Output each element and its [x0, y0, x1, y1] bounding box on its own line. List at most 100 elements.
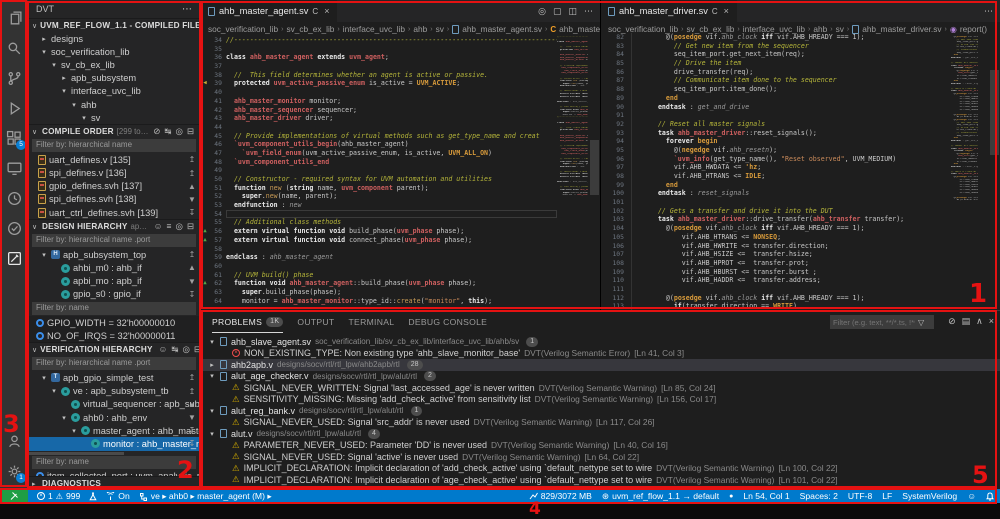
more-actions-icon[interactable]: ⋯ [984, 6, 993, 17]
tree-item[interactable]: ▾ ahb [28, 98, 200, 111]
panel-tab-terminal[interactable]: TERMINAL [348, 311, 394, 333]
nav-arrow-icon[interactable]: ↥ [186, 248, 198, 261]
nav-arrow-icon[interactable]: ▼ [186, 275, 198, 288]
tree-item[interactable]: ▸ designs [28, 32, 200, 45]
parameter-item[interactable]: NO_OF_IRQS = 32'h00000011 [28, 329, 200, 342]
design-hierarchy-header[interactable]: ∨ DESIGN HIERARCHY apb_subsystem_t... ☺≡… [28, 219, 200, 234]
compile-order-filter-input[interactable]: Filter by: hierarchical name [32, 139, 196, 153]
diagnostics-header[interactable]: ▸ DIAGNOSTICS [28, 476, 200, 490]
ports-filter-input[interactable]: Filter by: name [32, 455, 196, 469]
editor-scrollbar[interactable] [990, 70, 999, 155]
tree-item[interactable]: ahbi_m0 : ahb_if [28, 261, 200, 274]
breadcrumb-folder[interactable]: soc_verification_lib [208, 24, 278, 34]
more-actions-icon[interactable]: ⋯ [182, 4, 192, 15]
activity-bar-item-dvt-tools[interactable] [0, 243, 28, 273]
nav-arrow-icon[interactable]: ▲ [186, 398, 198, 411]
nav-arrow-icon[interactable]: ▼ [186, 193, 198, 206]
breadcrumb-symbol[interactable]: ahb_master_agent [559, 24, 600, 34]
problem-row[interactable]: ⚠ SIGNAL_NEVER_USED: Signal 'active' is n… [200, 451, 1000, 463]
tree-item[interactable]: ▾ ahb0 : ahb_env [28, 411, 200, 424]
activity-bar-item-remote-explorer[interactable] [0, 153, 28, 183]
order-icon[interactable]: ↹ [164, 126, 171, 137]
activity-bar-item-search[interactable] [0, 33, 28, 63]
problem-file-row[interactable]: ▾ ahb_slave_agent.sv soc_verification_lib/… [200, 336, 1000, 348]
open-preview-icon[interactable]: ▢ [553, 6, 562, 17]
tree-item[interactable]: virtual_sequencer : apb_subsystem_virtu [28, 398, 200, 411]
panel-tab-output[interactable]: OUTPUT [297, 311, 334, 333]
notifications-bell-icon[interactable] [986, 491, 994, 501]
activity-bar-item-checks[interactable] [0, 213, 28, 243]
nav-arrow-icon[interactable]: ▲ [186, 180, 198, 193]
nav-arrow-icon[interactable]: ↥ [186, 385, 198, 398]
nav-arrow-icon[interactable]: ▲ [186, 261, 198, 274]
nav-arrow-icon[interactable]: ↧ [186, 437, 198, 450]
nav-arrow-icon[interactable]: ↧ [186, 288, 198, 301]
activity-bar-item-run-debug[interactable] [0, 93, 28, 123]
maximize-panel-icon[interactable]: ∧ [976, 316, 983, 327]
hierarchy-breadcrumb[interactable]: ve ▸ ahb0 ▸ master_agent (M) ▸ [139, 491, 272, 502]
cursor-position[interactable]: Ln 54, Col 1 [743, 491, 789, 501]
nav-arrow-icon[interactable]: ▼ [186, 411, 198, 424]
tree-item[interactable]: ▾ Tapb_gpio_simple_test [28, 371, 200, 384]
split-editor-icon[interactable]: ◫ [568, 6, 577, 17]
more-actions-icon[interactable]: ⋯ [584, 6, 593, 17]
locate-icon[interactable]: ◎ [175, 126, 182, 137]
user-icon[interactable]: ☺ [159, 344, 168, 355]
editor-group-divider[interactable] [600, 0, 601, 310]
compile-order-item[interactable]: gpio_defines.svh [137] [28, 180, 200, 193]
compiled-files-header[interactable]: ∨ UVM_REF_FLOW_1.1 - COMPILED FILES ⊕ [28, 18, 200, 32]
nav-arrow-icon[interactable]: ↥ [186, 167, 198, 180]
indentation-setting[interactable]: Spaces: 2 [800, 491, 838, 501]
problems-filter-input[interactable] [830, 317, 918, 327]
design-params-filter-input[interactable]: Filter by: name [32, 302, 196, 315]
tree-item[interactable]: ▾ soc_verification_lib [28, 45, 200, 58]
dvt-engine-status[interactable]: On [106, 491, 130, 501]
problem-file-row[interactable]: ▾ alut_reg_bank.v designs/socv/rtl/rtl_lpw… [200, 405, 1000, 417]
compile-order-item[interactable]: spi_defines.svh [138] [28, 193, 200, 206]
breadcrumb-folder[interactable]: ahb [413, 24, 427, 34]
activity-bar-item-extensions[interactable]: 5 [0, 123, 28, 153]
panel-tab-debug-console[interactable]: DEBUG CONSOLE [408, 311, 487, 333]
collapse-all-icon[interactable]: ⊟ [187, 126, 194, 137]
activity-bar-item-run-tasks[interactable] [0, 183, 28, 213]
activity-bar-item-accounts[interactable] [0, 426, 28, 456]
order-icon[interactable]: ↹ [171, 344, 178, 355]
code-editor[interactable]: 34 //------------------------------------… [200, 36, 557, 310]
design-hierarchy-filter-input[interactable]: Filter by: hierarchical name .port [32, 234, 196, 248]
problem-row[interactable]: ⚠ IMPLICIT_DECLARATION: Implicit declarat… [200, 463, 1000, 475]
code-editor[interactable]: 82 @(posedge vif.ahb_clock iff vif.AHB_H… [600, 33, 948, 310]
nav-arrow-icon[interactable]: ↥ [186, 153, 198, 166]
compile-order-header[interactable]: ∨ COMPILE ORDER [299 total, 227 uniqu...… [28, 124, 200, 139]
breadcrumb-folder[interactable]: sv_cb_ex_lib [286, 24, 334, 34]
parameter-item[interactable]: GPIO_WIDTH = 32'h00000010 [28, 316, 200, 329]
problem-row[interactable]: ⚠ SIGNAL_NEVER_USED: Signal 'src_addr' is… [200, 417, 1000, 429]
tree-item[interactable]: ▾ sv_cb_ex_lib [28, 58, 200, 71]
tree-item[interactable]: ▾ Hapb_subsystem_top [28, 248, 200, 261]
tab-ahb-master-agent[interactable]: ahb_master_agent.sv C × [200, 0, 338, 22]
verification-hierarchy-header[interactable]: ∨ VERIFICATION HIERARCHY apb_gpio_... ☺↹… [28, 342, 200, 357]
problem-row[interactable]: ⚠ SENSITIVITY_MISSING: Missing 'add_check… [200, 394, 1000, 406]
clear-filter-icon[interactable]: ⊘ [948, 316, 956, 327]
close-icon[interactable]: × [324, 6, 329, 16]
dvt-build-button[interactable] [89, 492, 97, 501]
nav-arrow-icon[interactable]: ↧ [186, 424, 198, 437]
view-as-table-icon[interactable]: ▤ [962, 316, 971, 327]
memory-usage[interactable]: 829/3072 MB [529, 491, 592, 501]
compile-order-item[interactable]: uart_defines.v [135] [28, 153, 200, 166]
problem-row[interactable]: ⚠ SIGNAL_NEVER_WRITTEN: Signal 'last_acce… [200, 382, 1000, 394]
run-icon[interactable]: ◎ [538, 6, 546, 17]
activity-bar-item-settings-gear[interactable]: 1 [0, 456, 28, 486]
problems-filter[interactable]: ▽ [830, 315, 934, 329]
eol-setting[interactable]: LF [882, 491, 892, 501]
breadcrumb-folder[interactable]: interface_uvc_lib [343, 24, 405, 34]
breadcrumb[interactable]: soc_verification_lib › sv_cb_ex_lib › interf… [200, 22, 600, 36]
tree-item[interactable]: apbi_mo : apb_if [28, 275, 200, 288]
horizontal-scrollbar[interactable] [28, 451, 124, 455]
hierarchy-icon[interactable]: ≡ [166, 221, 171, 232]
clear-icon[interactable]: ⊘ [153, 126, 160, 137]
minimap[interactable]: //--------------------------------------… [557, 36, 588, 310]
problem-row[interactable]: ⚠ IMPLICIT_DECLARATION: Implicit declarat… [200, 474, 1000, 486]
breadcrumb-file[interactable]: ahb_master_agent.sv [462, 24, 542, 34]
locate-icon[interactable]: ◎ [175, 221, 182, 232]
problems-status[interactable]: × 1 ⚠ 999 [37, 491, 80, 501]
